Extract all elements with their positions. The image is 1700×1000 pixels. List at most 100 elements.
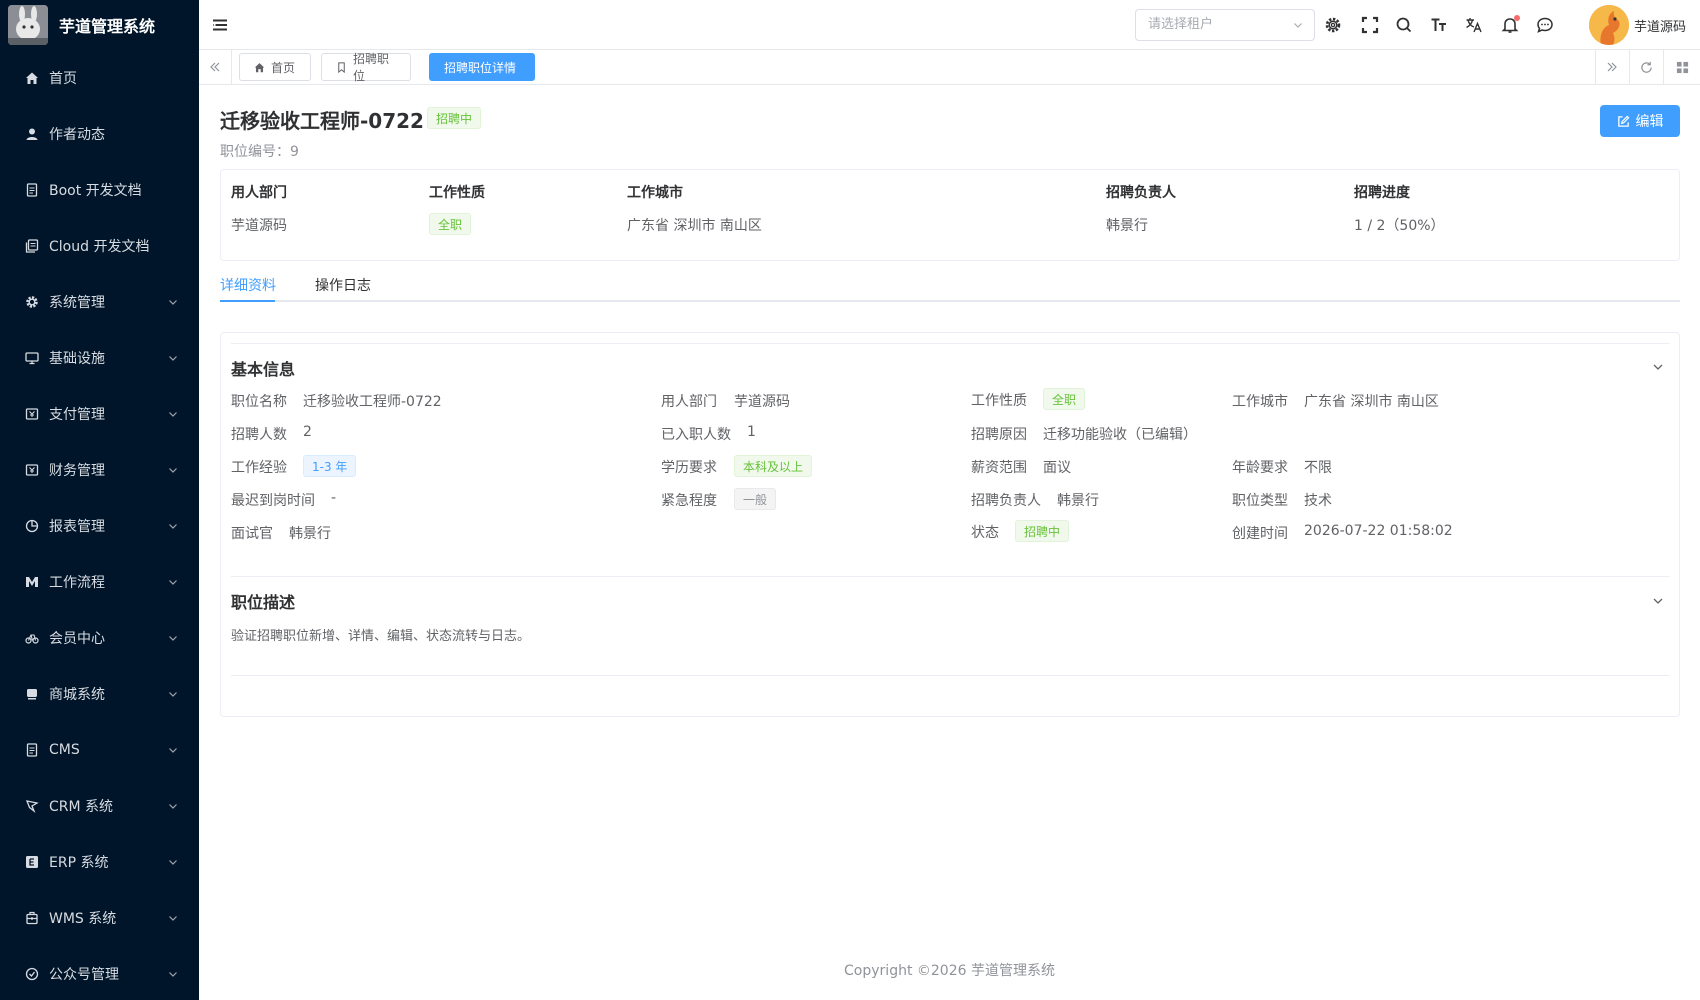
- document-icon: [24, 182, 40, 198]
- chevron-down-icon: [169, 356, 177, 361]
- footer-copyright: Copyright ©2026 芋道管理系统: [844, 963, 1055, 979]
- fullscreen-icon[interactable]: [1360, 15, 1380, 35]
- translate-icon[interactable]: [1464, 15, 1484, 35]
- chevron-down-icon: [169, 692, 177, 697]
- message-icon[interactable]: [1535, 15, 1555, 35]
- tab-detail[interactable]: 详细资料: [220, 275, 276, 295]
- font-size-icon[interactable]: [1429, 15, 1449, 35]
- sidebar-item-label: 公众号管理: [49, 967, 119, 983]
- field-value: 芋道源码: [734, 394, 790, 410]
- bookmark-icon: [336, 61, 347, 73]
- summary-header: 招聘进度: [1354, 185, 1410, 201]
- summary-value: 韩景行: [1106, 218, 1148, 234]
- job-number-value: 9: [290, 144, 299, 160]
- edit-button[interactable]: 编辑: [1600, 105, 1680, 137]
- field-label: 已入职人数: [661, 427, 731, 443]
- divider: [231, 576, 1669, 577]
- summary-value: 1 / 2（50%）: [1354, 218, 1445, 234]
- field-label: 工作性质: [971, 393, 1027, 409]
- chevron-down-icon: [169, 748, 177, 753]
- field-value: 1: [747, 424, 756, 440]
- field-label: 创建时间: [1232, 526, 1288, 542]
- sidebar-item-infra[interactable]: 基础设施: [0, 330, 199, 386]
- summary-header: 工作城市: [627, 185, 683, 201]
- tenant-select[interactable]: 请选择租户: [1135, 9, 1315, 41]
- sidebar-item-label: 首页: [49, 71, 77, 87]
- summary-header: 招聘负责人: [1106, 185, 1176, 201]
- sidebar-item-label: 会员中心: [49, 631, 105, 647]
- chevron-down-icon: [169, 916, 177, 921]
- field-label: 招聘原因: [971, 427, 1027, 443]
- sidebar-item-mall[interactable]: 商城系统: [0, 666, 199, 722]
- tag-home[interactable]: 首页: [239, 53, 311, 81]
- logo: [8, 5, 48, 45]
- sidebar-item-label: 系统管理: [49, 295, 105, 311]
- divider: [231, 675, 1669, 676]
- sidebar-item-boot-docs[interactable]: Boot 开发文档: [0, 162, 199, 218]
- summary-value: 芋道源码: [231, 218, 287, 234]
- job-number: 职位编号：9: [220, 141, 299, 161]
- field-label: 职位类型: [1232, 493, 1288, 509]
- sidebar-item-member[interactable]: 会员中心: [0, 610, 199, 666]
- sidebar: 芋道管理系统 首页 作者动态 Boot 开发文档 Cloud 开发文档 系统管理…: [0, 0, 199, 1000]
- sidebar-item-workflow[interactable]: 工作流程: [0, 554, 199, 610]
- collapse-chevron-icon[interactable]: [1651, 594, 1665, 608]
- education-badge: 本科及以上: [734, 455, 813, 477]
- field-label: 工作经验: [231, 460, 287, 476]
- refresh-icon[interactable]: [1629, 50, 1662, 84]
- sidebar-item-cms[interactable]: CMS: [0, 722, 199, 778]
- sidebar-item-label: 商城系统: [49, 687, 105, 703]
- section-title-basic: 基本信息: [231, 360, 296, 379]
- brand[interactable]: 芋道管理系统: [0, 0, 199, 50]
- scroll-left-button[interactable]: [199, 50, 232, 84]
- sidebar-item-system[interactable]: 系统管理: [0, 274, 199, 330]
- sidebar-item-label: 支付管理: [49, 407, 105, 423]
- chevron-down-icon: [169, 636, 177, 641]
- sidebar-item-label: CRM 系统: [49, 799, 114, 815]
- status-badge: 招聘中: [427, 107, 482, 129]
- settings-gear-icon[interactable]: [1323, 15, 1343, 35]
- collapse-chevron-icon[interactable]: [1651, 360, 1665, 374]
- shop-icon: [24, 686, 40, 702]
- sidebar-item-mp[interactable]: 公众号管理: [0, 946, 199, 1000]
- tag-recruit-position[interactable]: 招聘职位: [321, 52, 411, 83]
- field-label: 状态: [971, 525, 999, 541]
- sidebar-item-author-news[interactable]: 作者动态: [0, 106, 199, 162]
- user-avatar[interactable]: [1589, 5, 1629, 45]
- sidebar-item-erp[interactable]: ERP 系统: [0, 834, 199, 890]
- tab-operation-log[interactable]: 操作日志: [315, 275, 371, 295]
- top-header: 请选择租户 芋道源码: [199, 0, 1700, 50]
- menu-toggle-icon[interactable]: [211, 16, 229, 34]
- chevron-down-icon: [169, 972, 177, 977]
- sidebar-item-pay[interactable]: 支付管理: [0, 386, 199, 442]
- edit-icon: [1617, 115, 1630, 128]
- sidebar-item-report[interactable]: 报表管理: [0, 498, 199, 554]
- chevron-down-icon: [169, 860, 177, 865]
- search-icon[interactable]: [1394, 15, 1414, 35]
- tab-active-indicator: [220, 300, 275, 302]
- page-title: 迁移验收工程师-0722: [220, 109, 424, 133]
- user-name[interactable]: 芋道源码: [1634, 16, 1686, 35]
- grid-menu-icon[interactable]: [1663, 50, 1700, 84]
- section-title-description: 职位描述: [231, 593, 296, 612]
- sidebar-item-crm[interactable]: CRM 系统: [0, 778, 199, 834]
- field-label: 学历要求: [661, 460, 717, 476]
- field-label: 紧急程度: [661, 493, 717, 509]
- tag-recruit-position-detail[interactable]: 招聘职位详情: [429, 53, 535, 81]
- scroll-right-button[interactable]: [1595, 50, 1628, 84]
- chevron-down-icon: [169, 300, 177, 305]
- sidebar-item-wms[interactable]: WMS 系统: [0, 890, 199, 946]
- field-label: 职位名称: [231, 394, 287, 410]
- sidebar-item-cloud-docs[interactable]: Cloud 开发文档: [0, 218, 199, 274]
- sidebar-item-home[interactable]: 首页: [0, 50, 199, 106]
- tags-view: 首页 招聘职位 招聘职位详情: [199, 50, 1700, 85]
- user-icon: [24, 126, 40, 142]
- bell-icon[interactable]: [1500, 15, 1520, 35]
- finance-icon: [24, 462, 40, 478]
- gear-icon: [24, 294, 40, 310]
- edit-label: 编辑: [1635, 114, 1664, 130]
- sidebar-item-finance[interactable]: 财务管理: [0, 442, 199, 498]
- main-content: 迁移验收工程师-0722 招聘中 职位编号：9 编辑 用人部门 芋道源码 工作性…: [199, 85, 1700, 1000]
- urgency-badge: 一般: [734, 488, 777, 510]
- status-badge: 招聘中: [1015, 520, 1070, 542]
